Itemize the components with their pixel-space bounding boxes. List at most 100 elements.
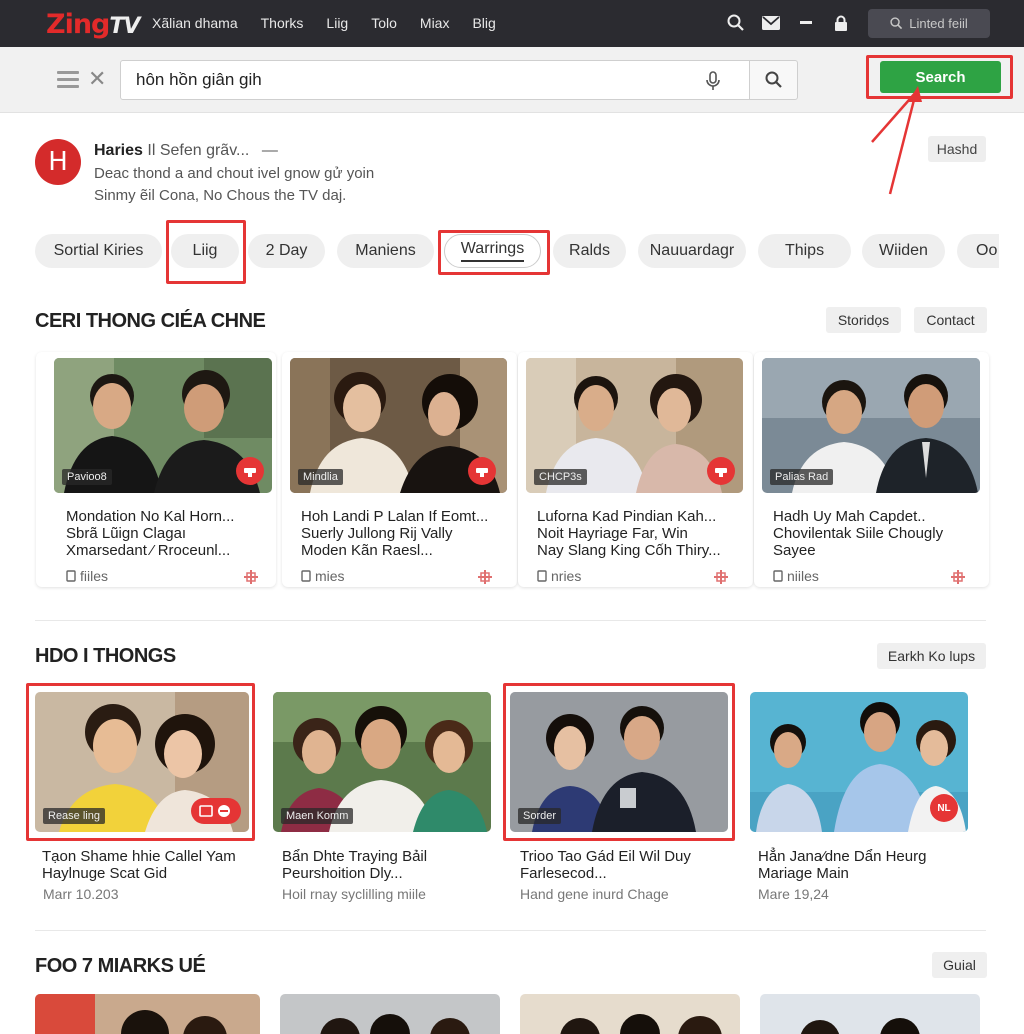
file-icon bbox=[66, 570, 76, 582]
chip-5-active[interactable]: Warrings bbox=[444, 234, 541, 268]
add-to-list-icon[interactable] bbox=[712, 568, 730, 591]
video-title-line: Luforna Kad Pindian Kah... bbox=[537, 508, 717, 525]
chip-4[interactable]: Maniens bbox=[337, 234, 434, 268]
video-title-line: Moden Kãn Raesl... bbox=[301, 542, 433, 559]
video-meta-5: Marr 10.203 bbox=[43, 886, 119, 902]
video-title-3[interactable]: Luforna Kad Pindian Kah... Noit Hayriage… bbox=[537, 508, 721, 559]
chip-10[interactable]: Oo bbox=[957, 234, 999, 268]
add-to-list-icon[interactable] bbox=[949, 568, 967, 591]
video-title-4[interactable]: Hadh Uy Mah Capdet.. Chovilentak Siile C… bbox=[773, 508, 943, 559]
video-title-7[interactable]: Trioo Tao Gád Eil Wil Duy Farlesecod... bbox=[520, 848, 691, 882]
play-badge-icon[interactable] bbox=[707, 457, 735, 485]
chip-8[interactable]: Thips bbox=[758, 234, 851, 268]
section-3-title: FOO 7 MIARKS UÉ bbox=[35, 955, 206, 977]
video-thumbnail-12[interactable] bbox=[760, 994, 980, 1034]
search-submit-button[interactable] bbox=[749, 60, 798, 100]
thumbnail-tag: CHCP3s bbox=[534, 469, 587, 485]
video-title-8[interactable]: Hẳn Jana⁄dne Dẩn Heurg Mariage Main bbox=[758, 848, 926, 882]
video-meta-text: mies bbox=[315, 568, 345, 584]
chip-3[interactable]: 2 Day bbox=[248, 234, 325, 268]
file-icon bbox=[773, 570, 783, 582]
video-thumbnail-3[interactable]: CHCP3s bbox=[526, 358, 743, 493]
video-meta-text: fiiles bbox=[80, 568, 109, 584]
channel-name[interactable]: Haries bbox=[94, 142, 143, 159]
login-label: Linted feiil bbox=[909, 16, 968, 31]
section-1-contact-button[interactable]: Contact bbox=[914, 307, 987, 333]
chip-label: Sortial Kiries bbox=[53, 242, 144, 259]
section-1-stories-button[interactable]: Storidọs bbox=[826, 307, 901, 333]
chip-7[interactable]: Nauuardagr bbox=[638, 234, 746, 268]
video-meta-text: niiles bbox=[787, 568, 819, 584]
login-button[interactable]: Linted feiil bbox=[868, 9, 990, 38]
video-title-line: Sbrã Lũign Clagaı bbox=[66, 525, 187, 542]
play-badge-icon[interactable] bbox=[236, 457, 264, 485]
video-meta-3: nries bbox=[537, 568, 581, 584]
video-thumbnail-5[interactable]: Rease ling bbox=[35, 692, 249, 832]
hamburger-menu-icon[interactable] bbox=[57, 71, 79, 89]
video-title-line: Nay Slang King Cốh Thiry... bbox=[537, 542, 721, 559]
chip-label: Liig bbox=[192, 242, 218, 259]
channel-action-button[interactable]: Hashd bbox=[928, 136, 986, 162]
chip-1[interactable]: Sortial Kiries bbox=[35, 234, 162, 268]
chip-label: Maniens bbox=[355, 242, 416, 259]
search-input[interactable] bbox=[121, 61, 681, 99]
nav-link-6[interactable]: Blig bbox=[472, 15, 495, 31]
video-title-6[interactable]: Bẩn Dhte Traying Bảil Peurshoition Dly..… bbox=[282, 848, 427, 882]
zingtv-logo[interactable]: ZingTV bbox=[46, 9, 140, 40]
thumbnail-tag: Rease ling bbox=[43, 808, 105, 824]
add-to-list-icon[interactable] bbox=[242, 568, 260, 591]
chip-label: Thips bbox=[784, 242, 825, 259]
nav-link-5[interactable]: Miax bbox=[420, 15, 450, 31]
minus-icon[interactable] bbox=[796, 13, 816, 33]
chip-6[interactable]: Ralds bbox=[553, 234, 626, 268]
search-icon[interactable] bbox=[726, 13, 746, 33]
video-thumbnail-7[interactable]: Sorder bbox=[510, 692, 728, 832]
play-badge-icon[interactable] bbox=[468, 457, 496, 485]
video-thumbnail-2[interactable]: Mindlia bbox=[290, 358, 507, 493]
video-title-line: Peurshoition Dly... bbox=[282, 865, 403, 882]
annotation-arrow bbox=[871, 86, 922, 195]
add-to-list-icon[interactable] bbox=[476, 568, 494, 591]
nav-link-1[interactable]: Xãlian dhama bbox=[152, 15, 238, 31]
video-thumbnail-10[interactable] bbox=[280, 994, 500, 1034]
mail-icon[interactable] bbox=[761, 13, 781, 33]
close-icon[interactable]: ✕ bbox=[88, 67, 106, 91]
channel-subtitle: Il Sefen grãv... bbox=[147, 142, 250, 159]
chip-2[interactable]: Liig bbox=[171, 234, 239, 268]
microphone-icon[interactable] bbox=[705, 71, 721, 96]
logo-text-tv: TV bbox=[109, 14, 140, 39]
nav-link-2[interactable]: Thorks bbox=[261, 15, 304, 31]
nav-link-3[interactable]: Liig bbox=[326, 15, 348, 31]
channel-avatar[interactable]: H bbox=[35, 139, 81, 185]
chip-9[interactable]: Wiiden bbox=[862, 234, 945, 268]
video-thumbnail-4[interactable]: Palias Rad bbox=[762, 358, 980, 493]
video-title-5[interactable]: Tạon Shame hhie Callel Yam Haylnuge Scat… bbox=[42, 848, 236, 882]
video-title-line: Noit Hayriage Far, Win bbox=[537, 525, 688, 542]
nav-icons bbox=[726, 13, 866, 33]
section-2-more-button[interactable]: Earkh Ko lups bbox=[877, 643, 986, 669]
section-3-button[interactable]: Guial bbox=[932, 952, 987, 978]
section-1-title: CERI THONG CIÉA CHNE bbox=[35, 310, 266, 332]
video-title-2[interactable]: Hoh Landi P Lalan If Eomt... Suerly Jull… bbox=[301, 508, 488, 559]
channel-badge[interactable]: NL bbox=[930, 794, 958, 822]
logo-text-zing: Zing bbox=[46, 9, 110, 40]
chip-label: Nauuardagr bbox=[649, 242, 735, 259]
video-title-line: Trioo Tao Gád Eil Wil Duy bbox=[520, 848, 691, 865]
video-thumbnail-6[interactable]: Maen Komm bbox=[273, 692, 491, 832]
video-title-line: Tạon Shame hhie Callel Yam bbox=[42, 848, 236, 865]
category-chips: Sortial Kiries Liig 2 Day Maniens Warrin… bbox=[35, 234, 999, 270]
video-thumbnail-11[interactable] bbox=[520, 994, 740, 1034]
video-thumbnail-1[interactable]: Pavioo8 bbox=[54, 358, 272, 493]
nav-link-4[interactable]: Tolo bbox=[371, 15, 397, 31]
video-meta-6: Hoil rnay syclilling miile bbox=[282, 886, 426, 902]
video-title-1[interactable]: Mondation No Kal Horn... Sbrã Lũign Clag… bbox=[66, 508, 234, 559]
channel-title: Haries Il Sefen grãv... — bbox=[94, 142, 278, 160]
lock-icon[interactable] bbox=[831, 13, 851, 33]
video-thumbnail-8[interactable]: NL bbox=[750, 692, 968, 832]
chip-label: Warrings bbox=[460, 240, 525, 262]
top-nav: ZingTV Xãlian dhama Thorks Liig Tolo Mia… bbox=[0, 0, 1024, 47]
video-thumbnail-9[interactable] bbox=[35, 994, 260, 1034]
video-meta-2: mies bbox=[301, 568, 345, 584]
chip-label: 2 Day bbox=[265, 242, 308, 259]
play-badge-icon[interactable] bbox=[191, 798, 241, 824]
